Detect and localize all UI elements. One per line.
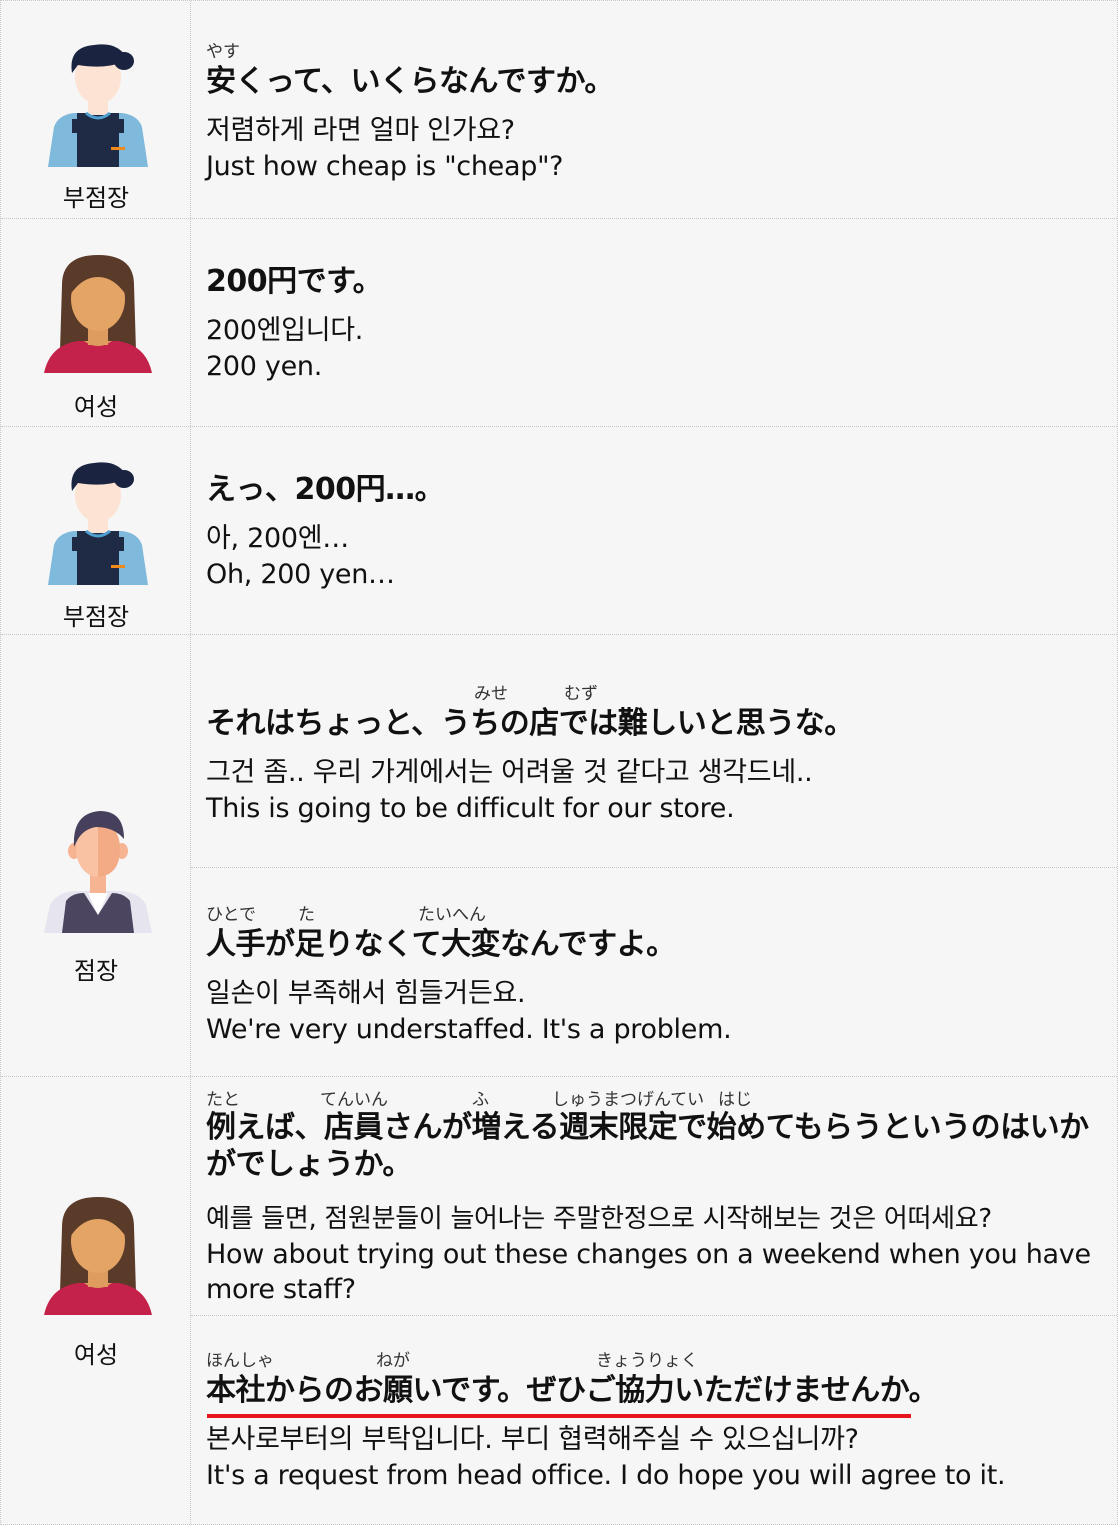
dialogue-row: 여성 200円です。 200엔입니다. 200 yen. — [1, 219, 1117, 427]
furigana-text: たいへん — [418, 905, 486, 925]
speaker-name: 여성 — [73, 393, 119, 421]
speaker-cell: 부점장 — [1, 1, 191, 218]
furigana-text: ふ — [472, 1090, 489, 1110]
furigana-text: てんいん — [320, 1090, 388, 1110]
english-translation: This is going to be difficult for our st… — [206, 793, 735, 824]
english-translation: Just how cheap is "cheap"? — [206, 151, 564, 182]
furigana-text: ほんしゃ — [206, 1351, 274, 1371]
line-cell: えっ、200円…。 아, 200엔… Oh, 200 yen… — [191, 427, 1117, 635]
japanese-line: 人手が足りなくて大変なんですよ。 — [206, 927, 676, 962]
furigana-text: やす — [206, 42, 240, 62]
dialogue-row: 부점장 えっ、200円…。 아, 200엔… Oh, 200 yen… — [1, 427, 1117, 635]
dialogue-row: 점장 みせ むず それはちょっと、うちの店では難しいと思うな。 그건 좀.. 우… — [1, 635, 1117, 1077]
highlight-underline — [207, 1414, 911, 1418]
korean-translation: 예를 들면, 점원분들이 늘어나는 주말한정으로 시작해보는 것은 어떠세요? — [206, 1204, 992, 1234]
speaker-name: 부점장 — [62, 184, 130, 212]
furigana-text: むず — [564, 684, 598, 704]
english-translation: Oh, 200 yen… — [206, 559, 395, 590]
dialogue-row: 여성 たと てんいん ふ しゅうまつげんてい はじ 例えば、店員さんが増える週末… — [1, 1077, 1117, 1524]
line-cell: みせ むず それはちょっと、うちの店では難しいと思うな。 그건 좀.. 우리 가… — [191, 635, 1117, 867]
woman-avatar-icon — [44, 1197, 152, 1315]
vice-manager-avatar-icon — [48, 44, 148, 167]
furigana-text: はじ — [718, 1090, 752, 1110]
furigana-text: た — [298, 905, 315, 925]
korean-translation: 그건 좀.. 우리 가게에서는 어려울 것 같다고 생각드네.. — [206, 757, 813, 788]
speaker-cell: 여성 — [1, 219, 191, 426]
japanese-line: 例えば、店員さんが増える週末限定で始めてもらうというのはいかがでしょうか。 — [206, 1110, 1089, 1182]
line-cell: ほんしゃ ねが きょうりょく 本社からのお願いです。ぜひご協力いただけませんか。… — [191, 1315, 1117, 1525]
japanese-line: えっ、200円…。 — [206, 472, 445, 507]
english-translation: 200 yen. — [206, 351, 323, 382]
korean-translation: 아, 200엔… — [206, 523, 349, 554]
english-translation: We're very understaffed. It's a problem. — [206, 1014, 732, 1045]
japanese-line: 本社からのお願いです。ぜひご協力いただけませんか。 — [206, 1373, 939, 1408]
line-cell: ひとで た たいへん 人手が足りなくて大変なんですよ。 일손이 부족해서 힘들거… — [191, 867, 1117, 1078]
furigana-text: きょうりょく — [596, 1351, 698, 1371]
speaker-cell: 점장 — [1, 635, 191, 1076]
japanese-line: 200円です。 — [206, 264, 383, 299]
speaker-cell: 부점장 — [1, 427, 191, 634]
japanese-line: 安くって、いくらなんですか。 — [206, 64, 614, 99]
korean-translation: 일손이 부족해서 힘들거든요. — [206, 978, 526, 1009]
furigana-text: しゅうまつげんてい — [552, 1090, 705, 1110]
korean-translation: 본사로부터의 부탁입니다. 부디 협력해주실 수 있으십니까? — [206, 1424, 859, 1455]
speaker-name: 여성 — [73, 1341, 119, 1369]
korean-translation: 저렴하게 라면 얼마 인가요? — [206, 115, 515, 146]
english-translation: How about trying out these changes on a … — [206, 1239, 1091, 1305]
furigana-text: たと — [206, 1090, 240, 1110]
dialogue-table: 부점장 やす 安くって、いくらなんですか。 저렴하게 라면 얼마 인가요? Ju… — [0, 0, 1118, 1525]
english-translation: It's a request from head office. I do ho… — [206, 1460, 1006, 1491]
furigana-text: ねが — [376, 1351, 410, 1371]
line-cell: 200円です。 200엔입니다. 200 yen. — [191, 219, 1117, 427]
dialogue-row: 부점장 やす 安くって、いくらなんですか。 저렴하게 라면 얼마 인가요? Ju… — [1, 1, 1117, 219]
line-cell: やす 安くって、いくらなんですか。 저렴하게 라면 얼마 인가요? Just h… — [191, 1, 1117, 219]
furigana-text: みせ — [474, 684, 508, 704]
speaker-cell: 여성 — [1, 1077, 191, 1524]
furigana-text: ひとで — [206, 905, 256, 925]
korean-translation: 200엔입니다. — [206, 315, 364, 346]
manager-avatar-icon — [44, 811, 152, 933]
woman-avatar-icon — [44, 255, 152, 373]
vice-manager-avatar-icon — [48, 462, 148, 585]
speaker-name: 점장 — [73, 957, 119, 985]
speaker-name: 부점장 — [62, 603, 130, 631]
japanese-line: それはちょっと、うちの店では難しいと思うな。 — [206, 706, 854, 741]
line-cell: たと てんいん ふ しゅうまつげんてい はじ 例えば、店員さんが増える週末限定で… — [191, 1077, 1117, 1315]
